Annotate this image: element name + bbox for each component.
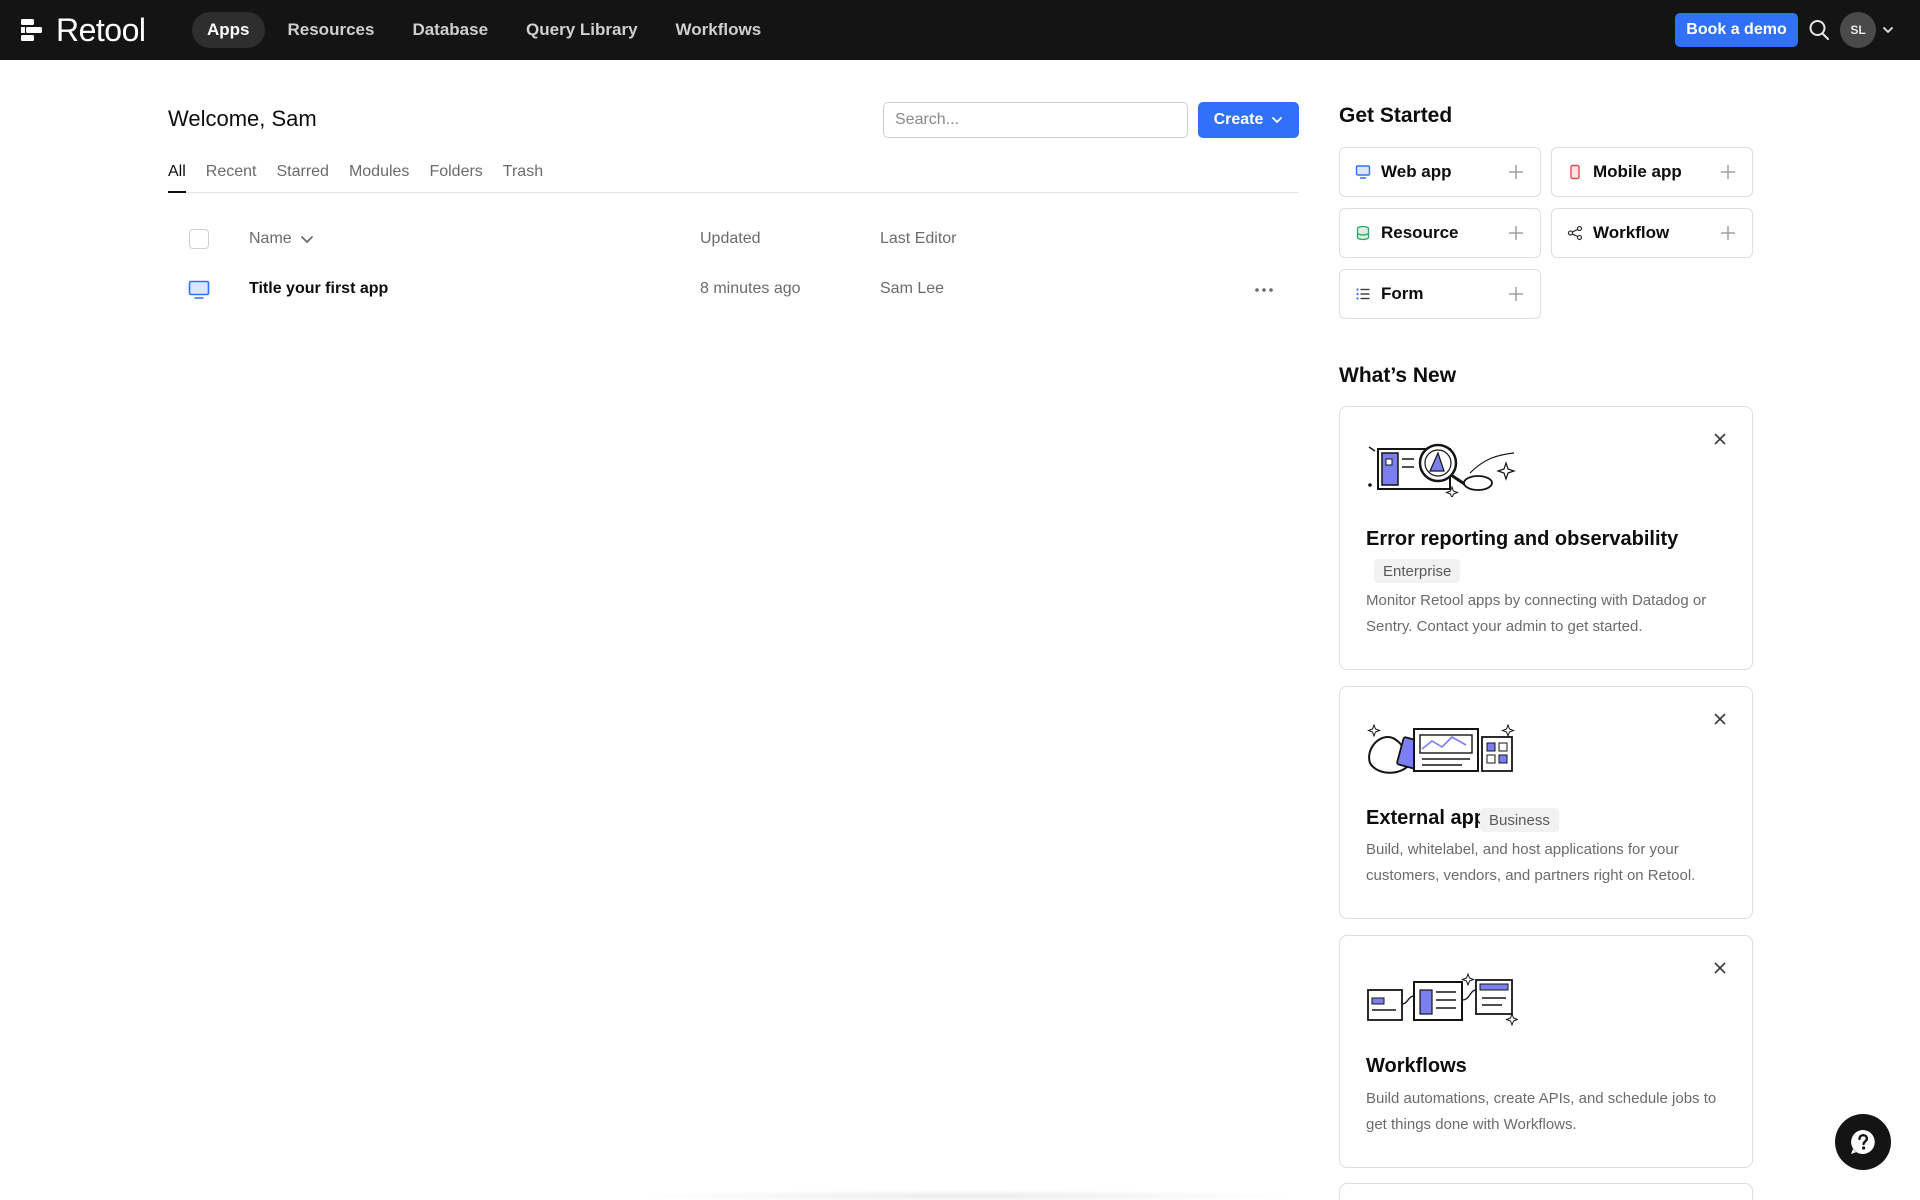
mobile-icon: [1570, 164, 1580, 180]
whats-new-title: What’s New: [1339, 364, 1457, 387]
chevron-down-icon: [300, 236, 313, 243]
news-card-workflows: Workflows Build automations, create APIs…: [1339, 935, 1753, 1168]
nav-workflows[interactable]: Workflows: [661, 12, 777, 48]
plus-icon: [1509, 165, 1523, 179]
news-card-description: Monitor Retool apps by connecting with D…: [1366, 592, 1707, 635]
table-row[interactable]: Title your first app 8 minutes ago Sam L…: [168, 270, 1299, 310]
top-navigation-bar: Retool Apps Resources Database Query Lib…: [0, 0, 1920, 60]
tab-recent[interactable]: Recent: [206, 160, 257, 193]
get-started-mobile-app[interactable]: Mobile app: [1551, 147, 1753, 197]
news-card-title: External apps: [1366, 807, 1498, 829]
close-icon[interactable]: [1713, 712, 1727, 726]
tab-starred[interactable]: Starred: [276, 160, 328, 193]
help-icon: [1851, 1130, 1875, 1154]
tab-all[interactable]: All: [168, 160, 186, 193]
app-last-editor: Sam Lee: [880, 280, 945, 297]
get-started-web-app[interactable]: Web app: [1339, 147, 1541, 197]
select-all-checkbox[interactable]: [189, 229, 209, 249]
app-search-input[interactable]: [883, 102, 1188, 138]
news-card-description: Build, whitelabel, and host applications…: [1366, 841, 1696, 884]
close-icon[interactable]: [1713, 432, 1727, 446]
tab-folders[interactable]: Folders: [429, 160, 482, 193]
get-started-label: Resource: [1381, 223, 1459, 242]
nav-database[interactable]: Database: [397, 12, 503, 48]
nav-resources[interactable]: Resources: [273, 12, 390, 48]
news-card-title: Workflows: [1366, 1055, 1467, 1077]
get-started-resource[interactable]: Resource: [1339, 208, 1541, 258]
plus-icon: [1509, 226, 1523, 240]
observability-illustration: [1368, 443, 1516, 497]
search-icon[interactable]: [1808, 18, 1830, 42]
plan-badge: Business: [1480, 808, 1559, 832]
column-header-updated[interactable]: Updated: [700, 230, 761, 248]
news-card-title: Error reporting and observability: [1366, 528, 1679, 550]
get-started-workflow[interactable]: Workflow: [1551, 208, 1753, 258]
get-started-label: Web app: [1381, 162, 1452, 181]
database-icon: [1356, 225, 1370, 241]
get-started-form[interactable]: Form: [1339, 269, 1541, 319]
create-button[interactable]: Create: [1198, 102, 1299, 138]
retool-logo-icon: [21, 19, 42, 41]
create-button-label: Create: [1213, 111, 1264, 128]
app-name[interactable]: Title your first app: [249, 280, 388, 298]
app-updated: 8 minutes ago: [700, 280, 801, 297]
tab-modules[interactable]: Modules: [349, 160, 409, 193]
news-card-description: Build automations, create APIs, and sche…: [1366, 1090, 1717, 1133]
news-card-next: [1339, 1183, 1753, 1200]
chevron-down-icon: [1272, 117, 1283, 123]
plus-icon: [1509, 287, 1523, 301]
chevron-down-icon[interactable]: [1882, 24, 1894, 36]
external-apps-illustration: [1367, 723, 1515, 774]
get-started-label: Mobile app: [1593, 162, 1682, 181]
column-header-last-editor[interactable]: Last Editor: [880, 230, 956, 248]
book-demo-button[interactable]: Book a demo: [1675, 13, 1798, 47]
workflows-illustration: [1367, 972, 1518, 1027]
tab-trash[interactable]: Trash: [503, 160, 543, 193]
table-header: Name Updated Last Editor: [168, 222, 1299, 256]
news-card-error-reporting: Error reporting and observability Enterp…: [1339, 406, 1753, 670]
main-nav: Apps Resources Database Query Library Wo…: [192, 12, 776, 48]
retool-logo[interactable]: Retool: [20, 11, 146, 48]
more-options-icon[interactable]: [1253, 282, 1275, 298]
column-header-name[interactable]: Name: [249, 230, 314, 248]
user-avatar[interactable]: SL: [1840, 12, 1876, 48]
nav-query-library[interactable]: Query Library: [511, 12, 653, 48]
plus-icon: [1721, 165, 1735, 179]
app-filter-tabs: All Recent Starred Modules Folders Trash: [168, 160, 1299, 193]
plan-badge: Enterprise: [1374, 559, 1461, 583]
column-header-name-label: Name: [249, 230, 292, 247]
plus-icon: [1721, 226, 1735, 240]
get-started-title: Get Started: [1339, 104, 1453, 127]
workflow-icon: [1567, 225, 1583, 241]
brand-name: Retool: [56, 11, 146, 48]
news-card-external-apps: External apps Business Build, whitelabel…: [1339, 686, 1753, 919]
help-button[interactable]: [1835, 1114, 1891, 1170]
get-started-label: Form: [1381, 284, 1424, 303]
close-icon[interactable]: [1713, 961, 1727, 975]
scroll-shadow: [630, 1190, 1300, 1200]
monitor-icon: [188, 280, 210, 299]
get-started-label: Workflow: [1593, 223, 1670, 242]
nav-apps[interactable]: Apps: [192, 12, 265, 48]
welcome-heading: Welcome, Sam: [168, 106, 317, 131]
list-icon: [1356, 288, 1370, 300]
monitor-icon: [1355, 165, 1371, 179]
